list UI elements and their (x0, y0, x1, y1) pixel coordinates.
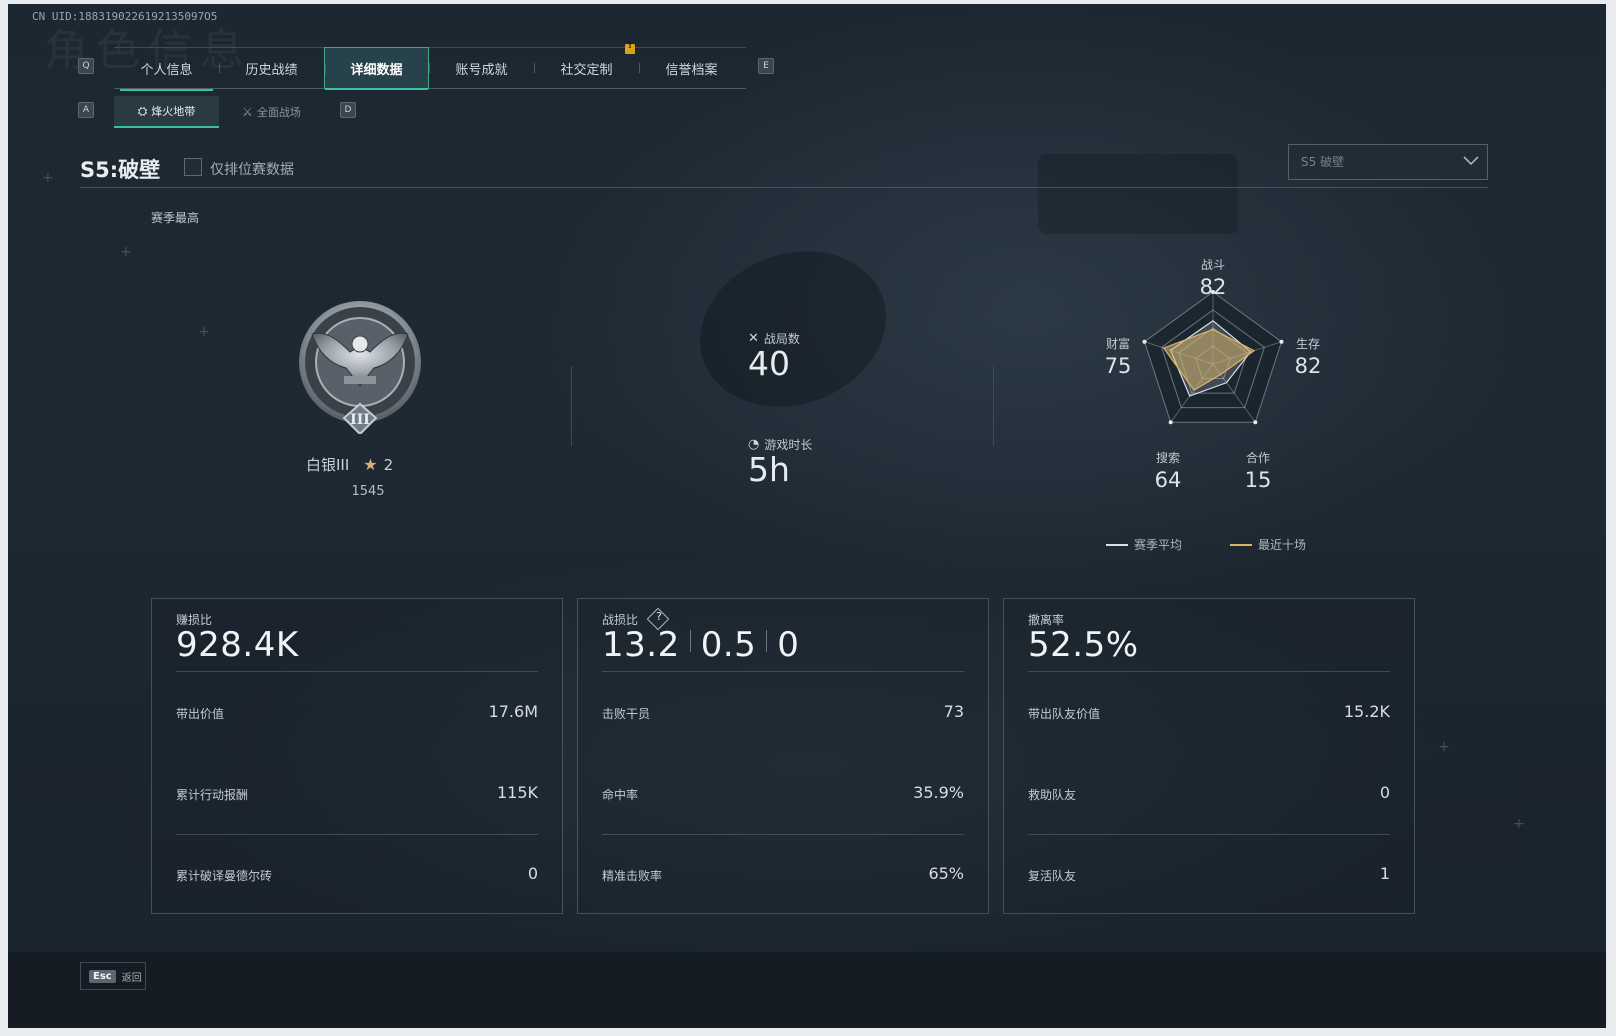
footer-bar (8, 952, 1606, 1028)
back-button[interactable]: Esc 返回 (80, 962, 146, 990)
season-select-value: S5 破壁 (1301, 155, 1345, 169)
background-radar-dish (678, 226, 908, 432)
star-icon: ★ (363, 455, 378, 474)
legend-swatch (1230, 543, 1252, 546)
subtab-hazard-zone[interactable]: ⛭ 烽火地带 (114, 96, 219, 128)
card-divider (176, 671, 538, 672)
rank-stars: 2 (383, 455, 394, 474)
stat-row: 命中率 35.9% (602, 783, 964, 802)
stat-row: 累计行动报酬 115K (176, 783, 538, 802)
card-divider (176, 834, 538, 835)
rank-score: 1545 (351, 484, 385, 499)
stat-row: 精准击败率 65% (602, 864, 964, 883)
season-select[interactable]: S5 破壁 (1288, 144, 1488, 180)
rank-name: 白银III ★ 2 (306, 454, 466, 475)
key-hint-next-subtab: D (340, 102, 356, 118)
ranked-only-checkbox[interactable] (184, 158, 202, 176)
card-divider (1028, 834, 1390, 835)
radar-axis-label: 合作 (1246, 450, 1270, 465)
radar-axis-label: 战斗 (1201, 258, 1225, 272)
radar-vertex-dot (1142, 339, 1147, 344)
profit-loss-card: 赚损比 928.4K 带出价值 17.6M 累计行动报酬 115K 累计破译曼德尔砖… (151, 598, 563, 914)
tab-detailed-data[interactable]: 详细数据 (324, 47, 429, 90)
stat-row: 救助队友 0 (1028, 783, 1390, 802)
legend-swatch (1106, 543, 1128, 546)
tab-achievements[interactable]: 账号成就 (429, 47, 534, 89)
stat-row: 复活队友 1 (1028, 864, 1390, 883)
rank-badge-icon: III (299, 301, 421, 434)
key-hint-prev-subtab: A (78, 102, 94, 118)
stat-row: 带出价值 17.6M (176, 702, 538, 721)
radar-axis-label: 搜索 (1156, 450, 1180, 465)
decor-crosshair: + (1513, 816, 1525, 832)
divider (993, 366, 994, 446)
decor-crosshair: + (1438, 739, 1450, 755)
extraction-rate-card: 撤离率 52.5% 带出队友价值 15.2K 救助队友 0 复活队友 1 (1003, 598, 1415, 914)
mode-subtab-bar: ⛭ 烽火地带 ⚔ 全面战场 (114, 96, 324, 128)
radar-axis-value: 82 (1295, 354, 1322, 378)
tab-personal-info[interactable]: 个人信息 (114, 47, 219, 91)
tab-social-custom[interactable]: 社交定制 (534, 47, 639, 89)
stat-row: 带出队友价值 15.2K (1028, 702, 1390, 721)
stat-row: 累计破译曼德尔砖 0 (176, 864, 538, 883)
header-divider (80, 187, 1488, 188)
game-window: 角色信息 + + + + + CN UID:188319022619213509… (8, 4, 1606, 1028)
radar-axis-value: 75 (1105, 354, 1132, 378)
subtab-label: 全面战场 (256, 106, 301, 119)
background-structure (1038, 154, 1238, 234)
radar-vertex-dot (1253, 420, 1258, 425)
battlefield-icon: ⚔ (242, 105, 253, 119)
season-best-label: 赛季最高 (151, 211, 200, 225)
tab-match-history[interactable]: 历史战绩 (219, 47, 324, 89)
key-hint-prev-tab: Q (78, 58, 94, 74)
matches-value: 40 (748, 344, 790, 383)
decor-crosshair: + (42, 170, 54, 186)
key-hint-next-tab: E (758, 58, 774, 74)
radar-axis-value: 82 (1200, 275, 1227, 299)
card-divider (602, 671, 964, 672)
tab-credit-record[interactable]: 信誉档案 (639, 47, 744, 89)
chevron-down-icon (1463, 156, 1479, 166)
svg-text:III: III (350, 412, 370, 428)
legend-recent-ten: 最近十场 (1230, 536, 1306, 553)
radar-axis-label: 生存 (1296, 337, 1320, 351)
main-tab-bar: 个人信息 历史战绩 详细数据 账号成就 社交定制 信誉档案 (114, 47, 746, 91)
subtab-battlefield[interactable]: ⚔ 全面战场 (219, 96, 324, 128)
subtab-label: 烽火地带 (151, 105, 196, 118)
ranked-only-label[interactable]: 仅排位赛数据 (210, 159, 294, 179)
notification-badge: ! (625, 41, 635, 54)
esc-key: Esc (89, 969, 116, 983)
season-title: S5:破壁 (80, 158, 161, 182)
legend-season-average: 赛季平均 (1106, 536, 1182, 553)
card-divider (602, 834, 964, 835)
card-big-value: 52.5% (1028, 625, 1139, 665)
card-big-value: 13.2 0.5 0 (602, 625, 800, 665)
rank-tier: 白银III (306, 456, 350, 474)
radar-axis-value: 15 (1245, 468, 1272, 492)
playtime-value: 5h (748, 450, 790, 489)
radar-axis-label: 财富 (1106, 336, 1130, 351)
radar-vertex-dot (1168, 420, 1173, 425)
hazard-zone-icon: ⛭ (137, 103, 148, 118)
decor-crosshair: + (120, 244, 132, 260)
radar-chart: 战斗 82 生存 82 合作 15 搜索 64 财富 75 (1105, 258, 1322, 492)
card-big-value: 928.4K (176, 625, 299, 665)
kd-ratio-card: 战损比 ? 13.2 0.5 0 击败干员 73 命中率 35.9% 精准击败率 65% (577, 598, 989, 914)
radar-vertex-dot (1279, 339, 1284, 344)
divider (571, 366, 572, 446)
radar-axis-value: 64 (1155, 468, 1182, 492)
player-uid: CN UID:1883190226192135097O5 (32, 10, 218, 23)
back-label: 返回 (121, 972, 142, 984)
card-divider (1028, 671, 1390, 672)
decor-crosshair: + (198, 324, 210, 340)
stat-row: 击败干员 73 (602, 702, 964, 721)
